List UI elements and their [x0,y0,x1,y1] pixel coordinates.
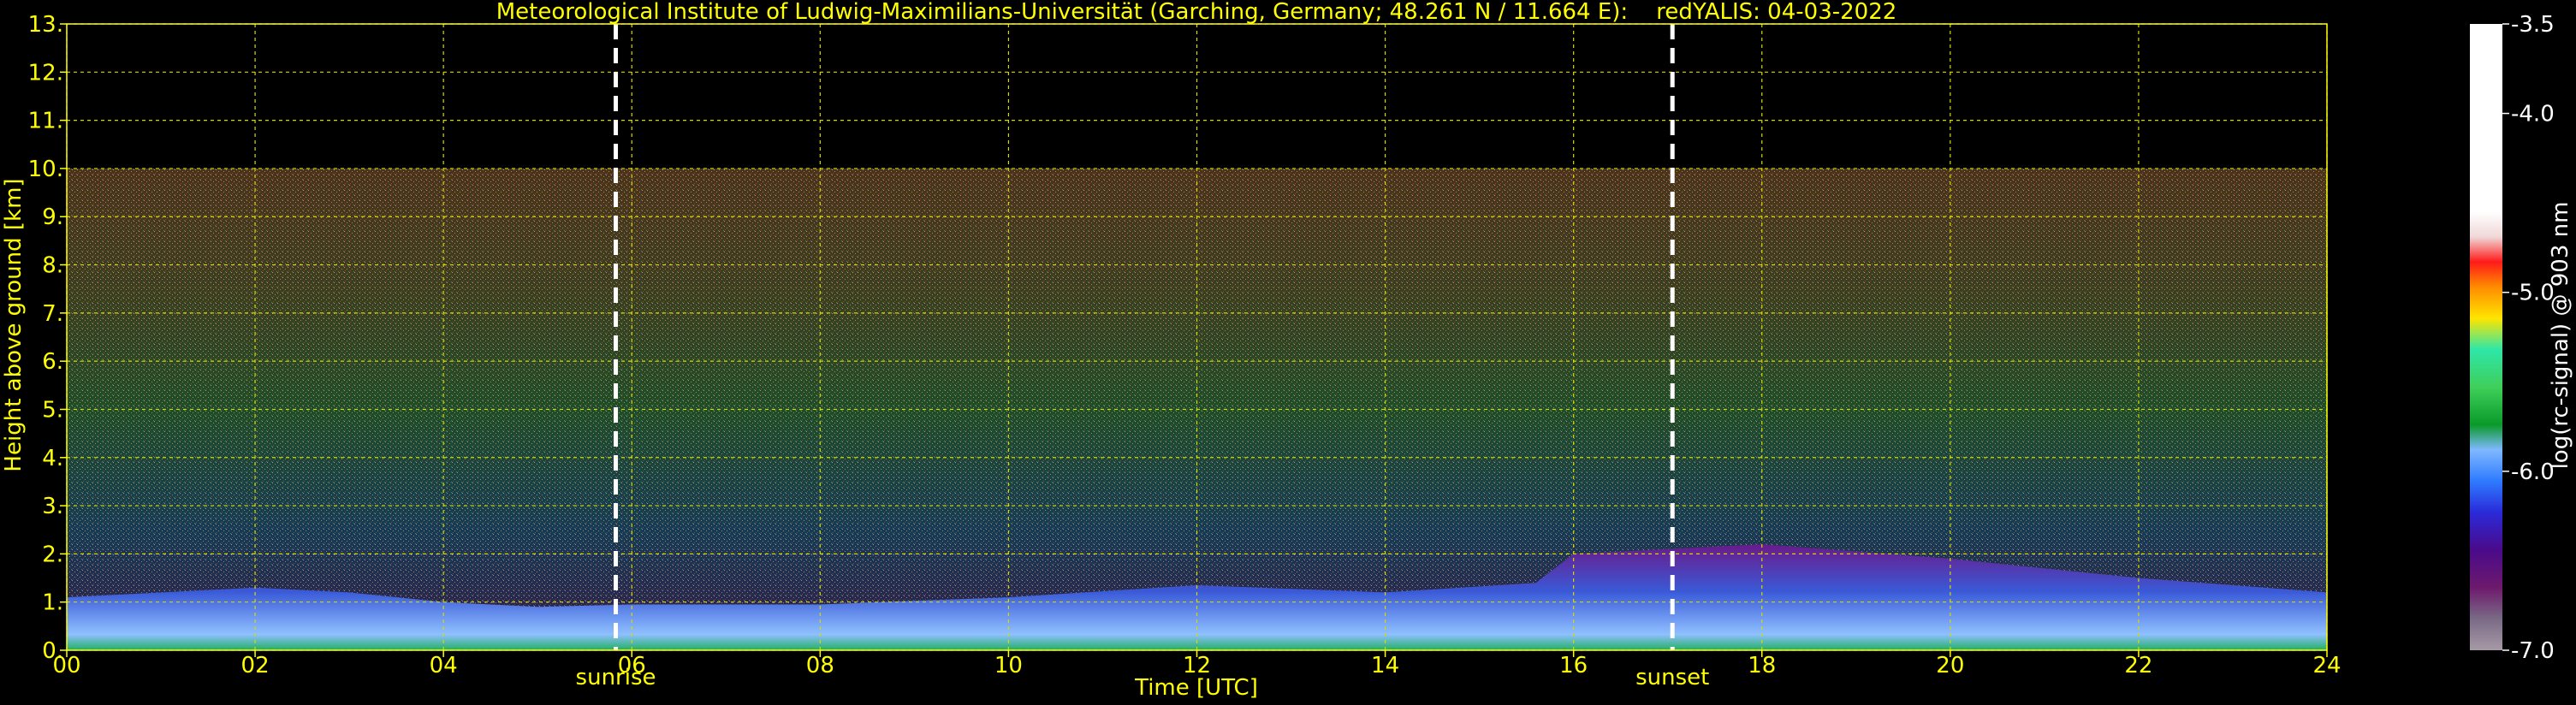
y-tick-label: 10. [28,157,63,182]
y-tick-label: 3. [42,494,63,519]
x-tick-label: 22 [2124,653,2152,678]
x-tick-label: 16 [1559,653,1588,678]
x-tick-label: 04 [430,653,458,678]
y-tick-label: 11. [28,109,63,134]
colorbar [2470,24,2502,650]
x-tick-label: 24 [2312,653,2341,678]
x-axis-label: Time [UTC] [1134,675,1258,701]
x-tick-label: 18 [1748,653,1776,678]
y-tick-label: 5. [42,397,63,423]
colorbar-ticks: -3.5-4.0-5.0-6.0-7.0 [2502,12,2555,664]
colorbar-tick-label: -3.5 [2511,12,2555,38]
y-tick-label: 9. [42,204,63,230]
y-tick-label: 6. [42,349,63,375]
marker-sunset-label: sunset [1635,665,1709,690]
x-tick-label: 08 [806,653,834,678]
x-tick-label: 10 [994,653,1023,678]
y-axis-ticks: 0. 1. 2. 3. 4. 5. 6. 7. 8. 9. 10. 11. 12. 13. [28,12,67,664]
y-tick-label: 1. [42,590,63,616]
chart-title: Meteorological Institute of Ludwig-Maxim… [496,0,1897,25]
x-tick-label: 06 [618,653,646,678]
y-tick-label: 0. [42,638,63,664]
lidar-chart: sunrise sunset 00 02 04 06 08 10 12 14 16 18 20 22 24… [1,0,2573,701]
colorbar-tick-label: -7.0 [2511,638,2555,664]
y-tick-label: 13. [28,12,63,38]
y-axis-label: Height above ground [km] [1,178,27,471]
y-tick-label: 2. [42,542,63,567]
y-tick-label: 4. [42,446,63,471]
y-tick-label: 12. [28,60,63,86]
x-tick-label: 14 [1371,653,1399,678]
x-tick-label: 20 [1936,653,1964,678]
x-tick-label: 02 [241,653,270,678]
colorbar-tick-label: -4.0 [2511,102,2555,127]
y-tick-label: 7. [42,301,63,327]
colorbar-label: log(rc-signal) @ 903 nm [2548,202,2573,470]
y-tick-label: 8. [42,253,63,279]
